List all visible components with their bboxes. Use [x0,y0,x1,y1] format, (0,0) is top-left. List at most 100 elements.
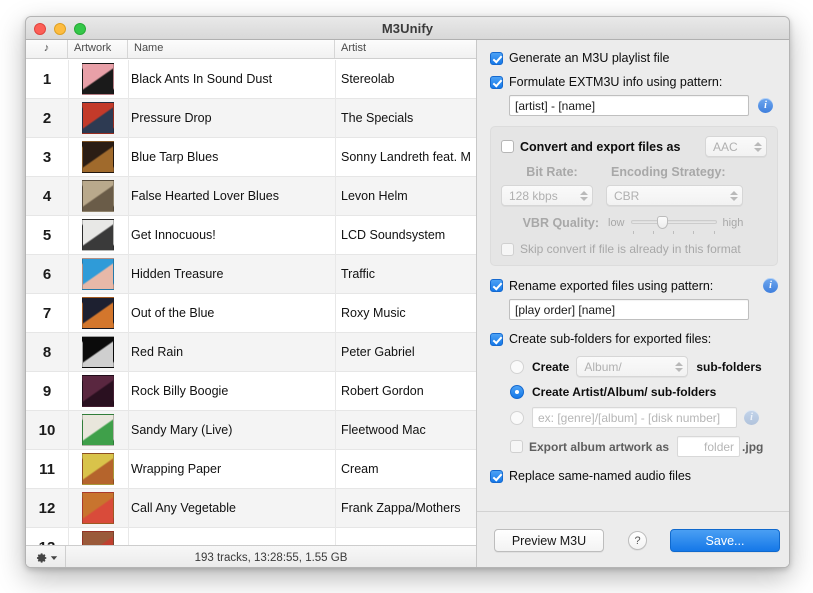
formulate-extm3u-label: Formulate EXTM3U info using pattern: [509,75,722,89]
bit-rate-select[interactable]: 128 kbps [501,185,593,206]
track-name: Out of the Blue [128,306,335,320]
table-header-row: ♪ Artwork Name Artist [26,40,476,59]
track-number: 2 [26,110,68,127]
slider-thumb[interactable] [657,216,668,229]
track-artist: Frank Zappa/Mothers [335,501,476,515]
extm3u-info-icon[interactable]: i [758,98,773,113]
export-artwork-checkbox[interactable] [510,440,523,453]
title-bar: M3Unify [26,17,789,40]
artwork-cell [68,453,128,485]
artwork-cell [68,297,128,329]
vbr-quality-label: VBR Quality: [501,216,599,230]
table-row[interactable]: 1Black Ants In Sound DustStereolab [26,60,476,99]
convert-label: Convert and export files as [520,140,680,154]
vbr-high-label: high [723,217,744,229]
replace-same-named-row[interactable]: Replace same-named audio files [490,469,778,483]
track-number: 1 [26,71,68,88]
column-header-name[interactable]: Name [128,40,335,58]
track-name: Hidden Treasure [128,267,335,281]
table-row[interactable]: 5Get Innocuous!LCD Soundsystem [26,216,476,255]
replace-same-named-checkbox[interactable] [490,470,503,483]
generate-m3u-row[interactable]: Generate an M3U playlist file [490,51,778,65]
gear-icon[interactable] [26,546,66,568]
artwork-cell [68,258,128,290]
formulate-extm3u-row[interactable]: Formulate EXTM3U info using pattern: [490,75,778,89]
table-row[interactable]: 3Blue Tarp BluesSonny Landreth feat. M [26,138,476,177]
rename-pattern-input[interactable]: [play order] [name] [509,299,749,320]
table-row[interactable]: 7Out of the BlueRoxy Music [26,294,476,333]
encoding-strategy-select[interactable]: CBR [606,185,743,206]
subfolders-checkbox[interactable] [490,333,503,346]
chevron-updown-icon [674,360,683,374]
track-name: Sandy Mary (Live) [128,423,335,437]
table-row[interactable]: 10Sandy Mary (Live)Fleetwood Mac [26,411,476,450]
rename-info-icon[interactable]: i [763,278,778,293]
table-row[interactable]: 2Pressure DropThe Specials [26,99,476,138]
subfolder-option-b-row[interactable]: Create Artist/Album/ sub-folders [490,385,778,399]
table-row[interactable]: 12Call Any VegetableFrank Zappa/Mothers [26,489,476,528]
chevron-updown-icon [579,189,588,203]
rename-row[interactable]: Rename exported files using pattern: i [490,278,778,293]
subfolder-pattern-select[interactable]: Album/ [576,356,688,377]
column-header-note[interactable]: ♪ [26,40,68,58]
chevron-updown-icon [729,189,738,203]
table-row[interactable]: 11Wrapping PaperCream [26,450,476,489]
table-row[interactable]: 6Hidden TreasureTraffic [26,255,476,294]
track-number: 5 [26,227,68,244]
help-button[interactable]: ? [628,531,647,550]
track-number: 8 [26,344,68,361]
convert-row[interactable]: Convert and export files as AAC [501,136,767,157]
table-row[interactable]: 9Rock Billy BoogieRobert Gordon [26,372,476,411]
skip-convert-checkbox[interactable] [501,243,514,256]
vbr-quality-slider[interactable] [631,216,717,230]
preview-m3u-button[interactable]: Preview M3U [494,529,604,552]
subfolder-option-c-row[interactable]: ex: [genre]/[album] - [disk number] i [490,407,778,428]
subfolder-info-icon[interactable]: i [744,410,759,425]
track-number: 4 [26,188,68,205]
track-rows[interactable]: 1Black Ants In Sound DustStereolab2Press… [26,60,476,545]
table-row[interactable]: 4False Hearted Lover BluesLevon Helm [26,177,476,216]
subfolder-option-a-row[interactable]: Create Album/ sub-folders [490,356,778,377]
rename-label: Rename exported files using pattern: [509,279,713,293]
artwork-cell [68,180,128,212]
replace-same-named-label: Replace same-named audio files [509,469,691,483]
window-body: ♪ Artwork Name Artist 1Black Ants In Sou… [26,40,789,568]
subfolder-option-b-radio[interactable] [510,385,524,399]
subfolder-option-b-label: Create Artist/Album/ sub-folders [532,385,716,399]
artwork-cell [68,219,128,251]
album-artwork [82,336,114,368]
options-scroll-area: Generate an M3U playlist file Formulate … [477,40,790,511]
track-number: 10 [26,422,68,439]
album-artwork [82,531,114,545]
artwork-filename-input[interactable]: folder [677,436,740,457]
track-name: Blue Tarp Blues [128,150,335,164]
subfolder-custom-input[interactable]: ex: [genre]/[album] - [disk number] [532,407,737,428]
panel-footer: Preview M3U ? Save... [477,511,790,568]
column-header-artist[interactable]: Artist [335,40,475,58]
extm3u-pattern-input[interactable]: [artist] - [name] [509,95,749,116]
artwork-cell [68,336,128,368]
subfolders-row[interactable]: Create sub-folders for exported files: [490,332,778,346]
table-row[interactable]: 8Red RainPeter Gabriel [26,333,476,372]
formulate-extm3u-checkbox[interactable] [490,76,503,89]
rate-strategy-labels: Bit Rate: Encoding Strategy: [501,165,767,179]
column-header-artwork[interactable]: Artwork [68,40,128,58]
rename-checkbox[interactable] [490,279,503,292]
extm3u-pattern-row: [artist] - [name] i [490,95,778,116]
album-artwork [82,297,114,329]
vbr-quality-row: VBR Quality: low high [501,216,767,230]
skip-convert-row[interactable]: Skip convert if file is already in this … [501,242,767,256]
save-button[interactable]: Save... [670,529,780,552]
table-row[interactable]: 13 [26,528,476,545]
artwork-extension-label: .jpg [742,440,763,454]
generate-m3u-checkbox[interactable] [490,52,503,65]
artwork-cell [68,141,128,173]
subfolder-option-c-radio[interactable] [510,411,524,425]
track-name: Rock Billy Boogie [128,384,335,398]
format-select[interactable]: AAC [705,136,767,157]
export-artwork-row[interactable]: Export album artwork as folder .jpg [490,436,778,457]
subfolder-option-a-radio[interactable] [510,360,524,374]
options-panel: Generate an M3U playlist file Formulate … [477,40,790,568]
app-window: M3Unify ♪ Artwork Name Artist 1Black Ant… [25,16,790,568]
convert-checkbox[interactable] [501,140,514,153]
